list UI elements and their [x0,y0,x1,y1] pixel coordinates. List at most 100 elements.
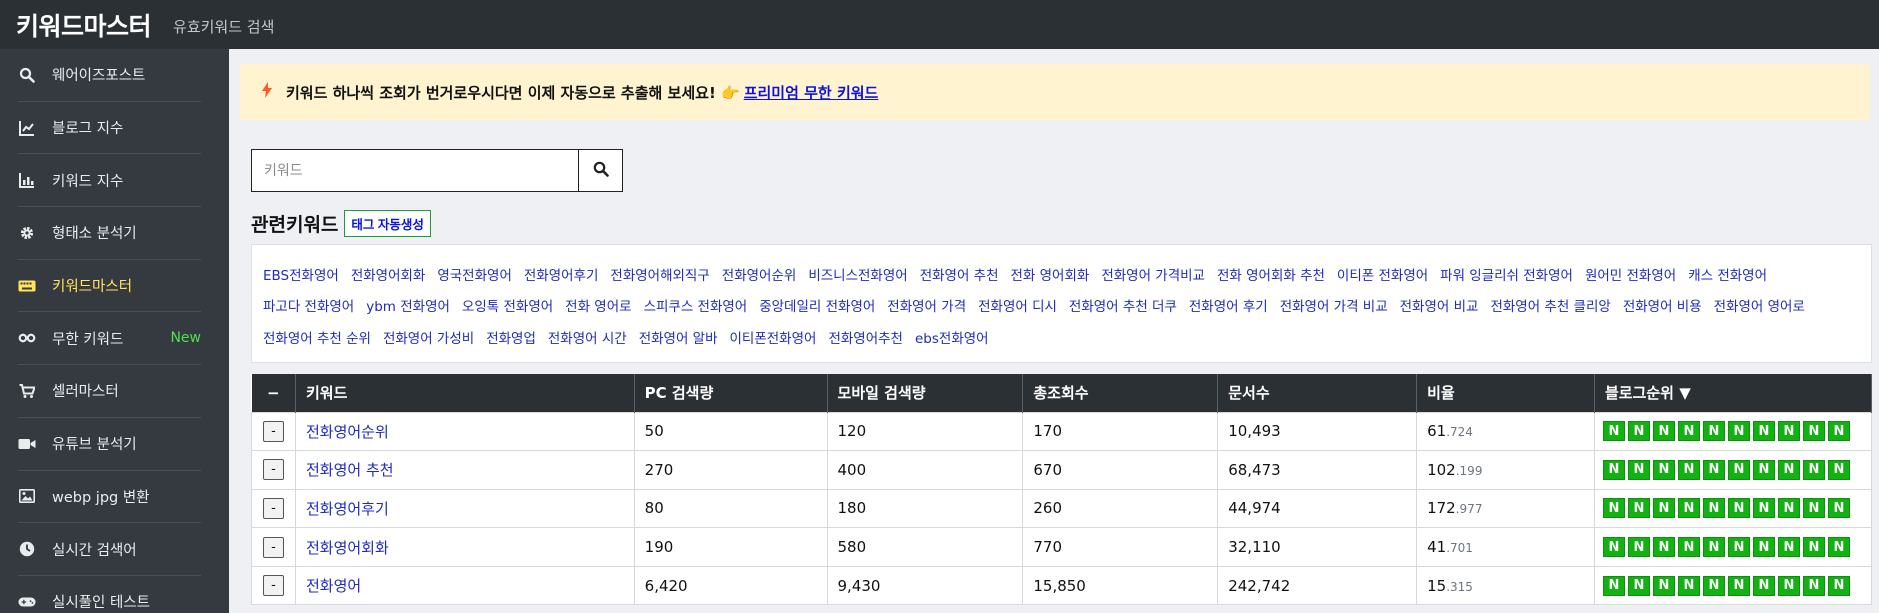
naver-rank-badge[interactable]: N [1727,537,1750,558]
related-keyword-link[interactable]: 전화영어추천 [828,327,903,347]
column-header[interactable]: 블로그순위 ▼ [1594,374,1873,412]
related-keyword-link[interactable]: 전화영어 추천 더쿠 [1069,295,1177,315]
sidebar-item[interactable]: webp jpg 변환 [18,471,201,524]
sidebar-item[interactable]: 키워드 지수 [18,154,201,208]
sidebar-item[interactable]: 셀러마스터 [18,365,201,418]
related-keyword-link[interactable]: 전화 영어회화 [1011,264,1090,284]
naver-rank-badge[interactable]: N [1827,575,1850,596]
naver-rank-badge[interactable]: N [1627,575,1650,596]
premium-keyword-link[interactable]: 프리미엄 무한 키워드 [744,82,879,103]
related-keyword-link[interactable]: 전화영어 비교 [1400,295,1479,315]
related-keyword-link[interactable]: 전화영어 가격비교 [1101,264,1205,284]
naver-rank-badge[interactable]: N [1652,421,1675,442]
related-keyword-link[interactable]: 오잉톡 전화영어 [462,295,553,315]
naver-rank-badge[interactable]: N [1627,498,1650,519]
auto-tag-button[interactable]: 태그 자동생성 [344,210,431,237]
keyword-link[interactable]: 전화영어후기 [306,500,389,518]
brand-logo[interactable]: 키워드마스터 [16,7,152,43]
remove-row-button[interactable]: - [263,459,284,481]
related-keyword-link[interactable]: 전화영어 알바 [639,327,718,347]
sidebar-item[interactable]: 유튜브 분석기 [18,418,201,471]
related-keyword-link[interactable]: ebs전화영어 [915,327,989,347]
related-keyword-link[interactable]: 스피쿠스 전화영어 [644,295,748,315]
naver-rank-badge[interactable]: N [1777,459,1800,480]
naver-rank-badge[interactable]: N [1652,575,1675,596]
naver-rank-badge[interactable]: N [1727,459,1750,480]
naver-rank-badge[interactable]: N [1677,421,1700,442]
related-keyword-link[interactable]: 전화영어 추천 클리앙 [1490,295,1610,315]
naver-rank-badge[interactable]: N [1802,498,1825,519]
related-keyword-link[interactable]: 전화영어 디시 [978,295,1057,315]
sidebar-item[interactable]: 실시풀인 테스트 [18,576,201,613]
sidebar-item[interactable]: 키워드마스터 [18,260,201,313]
related-keyword-link[interactable]: 파고다 전화영어 [263,295,354,315]
related-keyword-link[interactable]: 전화영어후기 [524,264,599,284]
keyword-link[interactable]: 전화영어 추천 [306,461,394,479]
remove-row-button[interactable]: - [263,497,284,519]
related-keyword-link[interactable]: 비즈니스전화영어 [808,264,907,284]
naver-rank-badge[interactable]: N [1727,575,1750,596]
naver-rank-badge[interactable]: N [1752,575,1775,596]
naver-rank-badge[interactable]: N [1727,421,1750,442]
naver-rank-badge[interactable]: N [1602,575,1625,596]
related-keyword-link[interactable]: 전화영어 시간 [548,327,627,347]
naver-rank-badge[interactable]: N [1602,421,1625,442]
naver-rank-badge[interactable]: N [1752,459,1775,480]
naver-rank-badge[interactable]: N [1627,421,1650,442]
related-keyword-link[interactable]: ybm 전화영어 [366,295,450,315]
related-keyword-link[interactable]: 캐스 전화영어 [1688,264,1767,284]
naver-rank-badge[interactable]: N [1602,537,1625,558]
related-keyword-link[interactable]: 전화영어 가격 비교 [1280,295,1388,315]
related-keyword-link[interactable]: 전화영어해외직구 [610,264,709,284]
naver-rank-badge[interactable]: N [1802,459,1825,480]
naver-rank-badge[interactable]: N [1777,421,1800,442]
related-keyword-link[interactable]: 전화영어 추천 순위 [263,327,371,347]
related-keyword-link[interactable]: 전화 영어로 [565,295,631,315]
naver-rank-badge[interactable]: N [1802,537,1825,558]
naver-rank-badge[interactable]: N [1827,498,1850,519]
naver-rank-badge[interactable]: N [1602,498,1625,519]
related-keyword-link[interactable]: 중앙데일리 전화영어 [759,295,875,315]
related-keyword-link[interactable]: 전화영어순위 [722,264,797,284]
naver-rank-badge[interactable]: N [1702,421,1725,442]
naver-rank-badge[interactable]: N [1802,421,1825,442]
related-keyword-link[interactable]: 파워 잉글리쉬 전화영어 [1440,264,1573,284]
keyword-link[interactable]: 전화영어회화 [306,539,389,557]
related-keyword-link[interactable]: 전화영어 추천 [920,264,999,284]
naver-rank-badge[interactable]: N [1602,459,1625,480]
naver-rank-badge[interactable]: N [1627,459,1650,480]
sidebar-item[interactable]: 실시간 검색어 [18,523,201,576]
naver-rank-badge[interactable]: N [1727,498,1750,519]
remove-row-button[interactable]: - [263,575,284,597]
naver-rank-badge[interactable]: N [1652,498,1675,519]
related-keyword-link[interactable]: 전화영어 비용 [1623,295,1702,315]
related-keyword-link[interactable]: 이티폰전화영어 [730,327,817,347]
related-keyword-link[interactable]: 전화영어 영어로 [1714,295,1805,315]
naver-rank-badge[interactable]: N [1752,421,1775,442]
naver-rank-badge[interactable]: N [1652,537,1675,558]
related-keyword-link[interactable]: 전화영어 가성비 [383,327,474,347]
naver-rank-badge[interactable]: N [1777,575,1800,596]
naver-rank-badge[interactable]: N [1752,537,1775,558]
naver-rank-badge[interactable]: N [1777,498,1800,519]
naver-rank-badge[interactable]: N [1627,537,1650,558]
related-keyword-link[interactable]: 전화 영어회화 추천 [1217,264,1325,284]
related-keyword-link[interactable]: 전화영어회화 [351,264,426,284]
naver-rank-badge[interactable]: N [1677,575,1700,596]
related-keyword-link[interactable]: 전화영어 가격 [887,295,966,315]
related-keyword-link[interactable]: 전화영어 후기 [1189,295,1268,315]
naver-rank-badge[interactable]: N [1802,575,1825,596]
related-keyword-link[interactable]: 영국전화영어 [437,264,512,284]
sidebar-item[interactable]: 웨어이즈포스트 [18,49,201,102]
naver-rank-badge[interactable]: N [1827,459,1850,480]
naver-rank-badge[interactable]: N [1752,498,1775,519]
naver-rank-badge[interactable]: N [1827,421,1850,442]
naver-rank-badge[interactable]: N [1702,459,1725,480]
naver-rank-badge[interactable]: N [1702,575,1725,596]
sidebar-item[interactable]: 무한 키워드 New [18,312,201,366]
related-keyword-link[interactable]: EBS전화영어 [263,264,339,284]
naver-rank-badge[interactable]: N [1677,498,1700,519]
naver-rank-badge[interactable]: N [1702,498,1725,519]
sidebar-item[interactable]: 블로그 지수 [18,102,201,155]
keyword-link[interactable]: 전화영어순위 [306,423,389,441]
